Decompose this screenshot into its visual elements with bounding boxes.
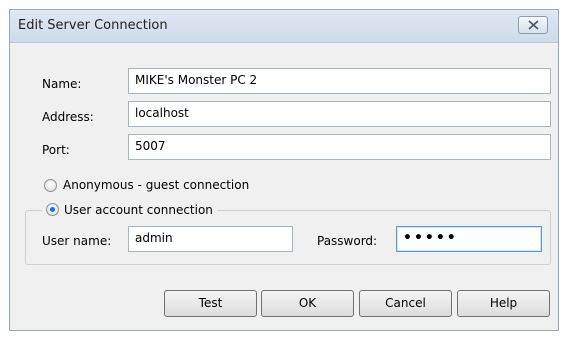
help-button[interactable]: Help: [457, 290, 550, 317]
username-label: User name:: [42, 234, 112, 248]
port-label: Port:: [42, 143, 70, 157]
anonymous-radio[interactable]: [44, 179, 57, 192]
close-button[interactable]: [518, 16, 548, 34]
anonymous-label[interactable]: Anonymous - guest connection: [63, 178, 249, 192]
edit-server-dialog: Edit Server Connection: [9, 9, 559, 331]
user-account-radio[interactable]: [46, 203, 59, 216]
password-field[interactable]: •••••: [396, 226, 542, 252]
address-field[interactable]: localhost: [128, 101, 551, 127]
title-bar: Edit Server Connection: [10, 10, 558, 43]
window-title: Edit Server Connection: [18, 18, 168, 33]
test-button[interactable]: Test: [164, 290, 257, 317]
password-label: Password:: [317, 234, 378, 248]
name-field[interactable]: MIKE's Monster PC 2: [128, 68, 551, 94]
ok-button[interactable]: OK: [261, 290, 354, 317]
name-label: Name:: [42, 77, 82, 91]
address-label: Address:: [42, 110, 94, 124]
user-account-label[interactable]: User account connection: [64, 203, 213, 217]
cancel-button[interactable]: Cancel: [359, 290, 452, 317]
close-icon: [528, 20, 539, 30]
port-field[interactable]: 5007: [128, 134, 551, 160]
username-field[interactable]: admin: [128, 226, 293, 252]
user-account-legend: User account connection: [42, 203, 217, 217]
